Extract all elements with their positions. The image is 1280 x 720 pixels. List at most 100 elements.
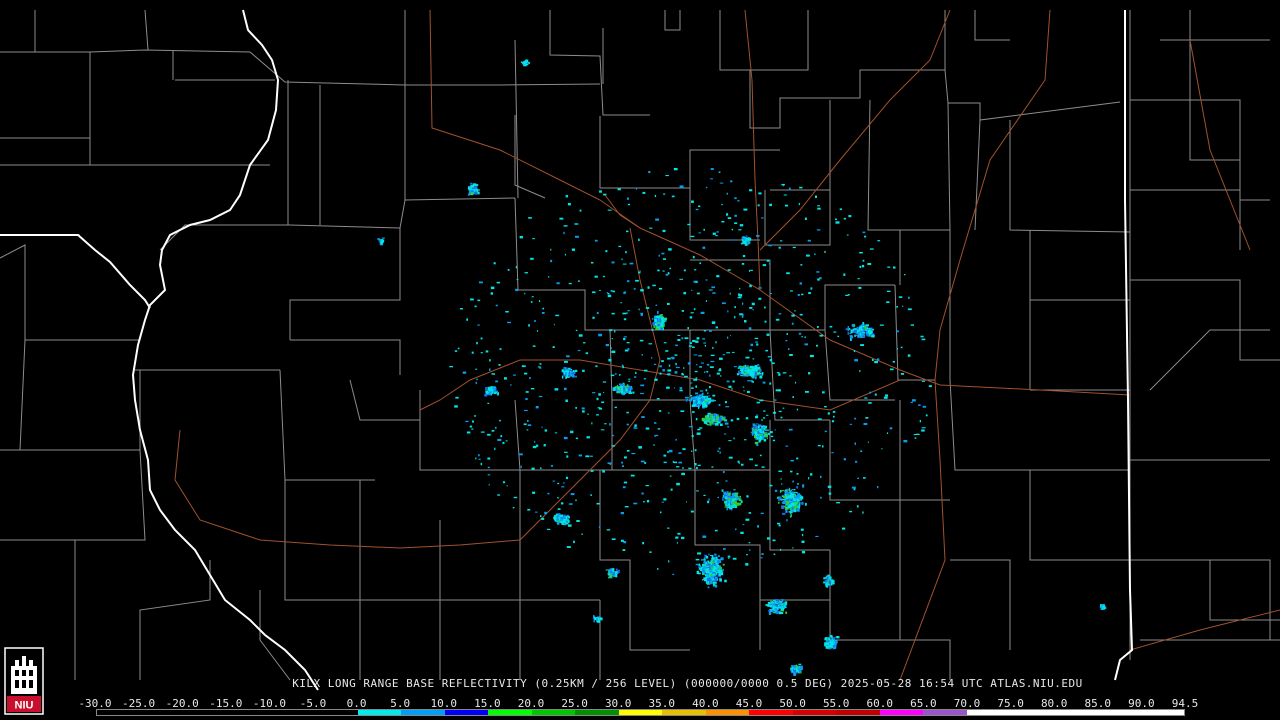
radar-echo [780,612,784,615]
radar-echo [900,346,903,349]
radar-echo [703,330,707,332]
radar-echo [631,453,636,455]
radar-echo [602,470,605,473]
radar-echo [567,203,571,206]
radar-echo [752,358,755,360]
radar-echo [725,496,727,499]
radar-echo [469,425,473,428]
radar-echo [649,551,652,553]
radar-echo [485,387,488,389]
radar-echo [735,502,739,505]
radar-echo [914,437,917,439]
radar-echo [784,204,788,207]
radar-echo [563,436,568,440]
county-border [764,190,831,246]
radar-echo [659,325,663,327]
radar-echo [857,278,860,280]
radar-echo [693,354,698,356]
radar-echo [610,290,613,292]
radar-echo [617,188,621,191]
radar-echo [848,215,852,218]
radar-echo [696,292,700,295]
radar-echo [772,439,776,442]
radar-echo [648,343,653,345]
radar-echo [595,365,598,368]
radar-echo [557,521,561,523]
radar-echo [538,300,541,303]
radar-echo [578,280,580,282]
radar-echo [784,499,787,502]
radar-echo [621,461,623,464]
radar-echo [707,586,710,589]
radar-echo [770,293,772,295]
radar-echo [742,302,744,305]
radar-echo [804,343,808,346]
radar-echo [710,354,715,356]
radar-echo [726,192,728,195]
radar-echo [564,372,566,375]
radar-echo [487,433,491,436]
radar-echo [661,322,664,324]
radar-echo [662,229,666,233]
radar-echo [769,382,772,385]
radar-echo [624,291,626,294]
radar-echo [621,364,624,366]
radar-echo [799,186,803,189]
radar-echo [731,492,735,496]
radar-echo [581,407,585,410]
radar-echo [786,272,790,275]
radar-echo [921,427,926,429]
radar-echo [745,563,749,566]
radar-echo [892,360,895,363]
radar-echo [654,435,657,437]
radar-echo [629,392,632,394]
radar-echo [795,381,797,384]
radar-echo [774,429,776,431]
radar-echo [709,386,711,389]
radar-echo [632,391,635,394]
radar-echo [544,511,548,515]
radar-echo [718,572,721,576]
radar-echo [506,485,508,487]
radar-echo [722,497,724,501]
radar-echo [665,350,669,352]
radar-echo [795,502,798,504]
radar-echo [766,259,770,262]
radar-echo [659,365,662,368]
radar-echo [619,374,621,376]
radar-echo [727,426,729,428]
radar-echo [691,404,695,407]
radar-echo [865,330,868,334]
radar-echo [661,501,665,503]
radar-echo [715,416,717,420]
radar-echo [561,502,564,505]
radar-echo [707,563,709,566]
radar-echo [660,511,662,514]
radar-echo [737,367,742,369]
radar-echo [793,489,796,491]
radar-echo [835,636,837,638]
radar-echo [532,238,536,240]
radar-echo [701,402,704,405]
radar-echo [760,512,764,514]
radar-echo [582,410,585,413]
radar-echo [772,608,775,610]
radar-echo [683,269,686,272]
radar-echo [734,214,737,217]
radar-echo [690,510,694,513]
radar-echo [671,195,675,198]
county-border [749,10,946,129]
radar-echo [769,603,773,606]
radar-echo [796,498,800,502]
radar-echo [801,534,804,537]
radar-echo [791,489,795,491]
colorbar-segment [227,710,271,715]
radar-echo [504,377,507,380]
radar-echo [701,392,704,395]
radar-echo [671,357,675,360]
radar-echo [563,370,566,372]
radar-echo [646,500,650,503]
radar-echo [476,378,478,381]
radar-echo [887,266,891,268]
radar-echo [733,489,736,491]
